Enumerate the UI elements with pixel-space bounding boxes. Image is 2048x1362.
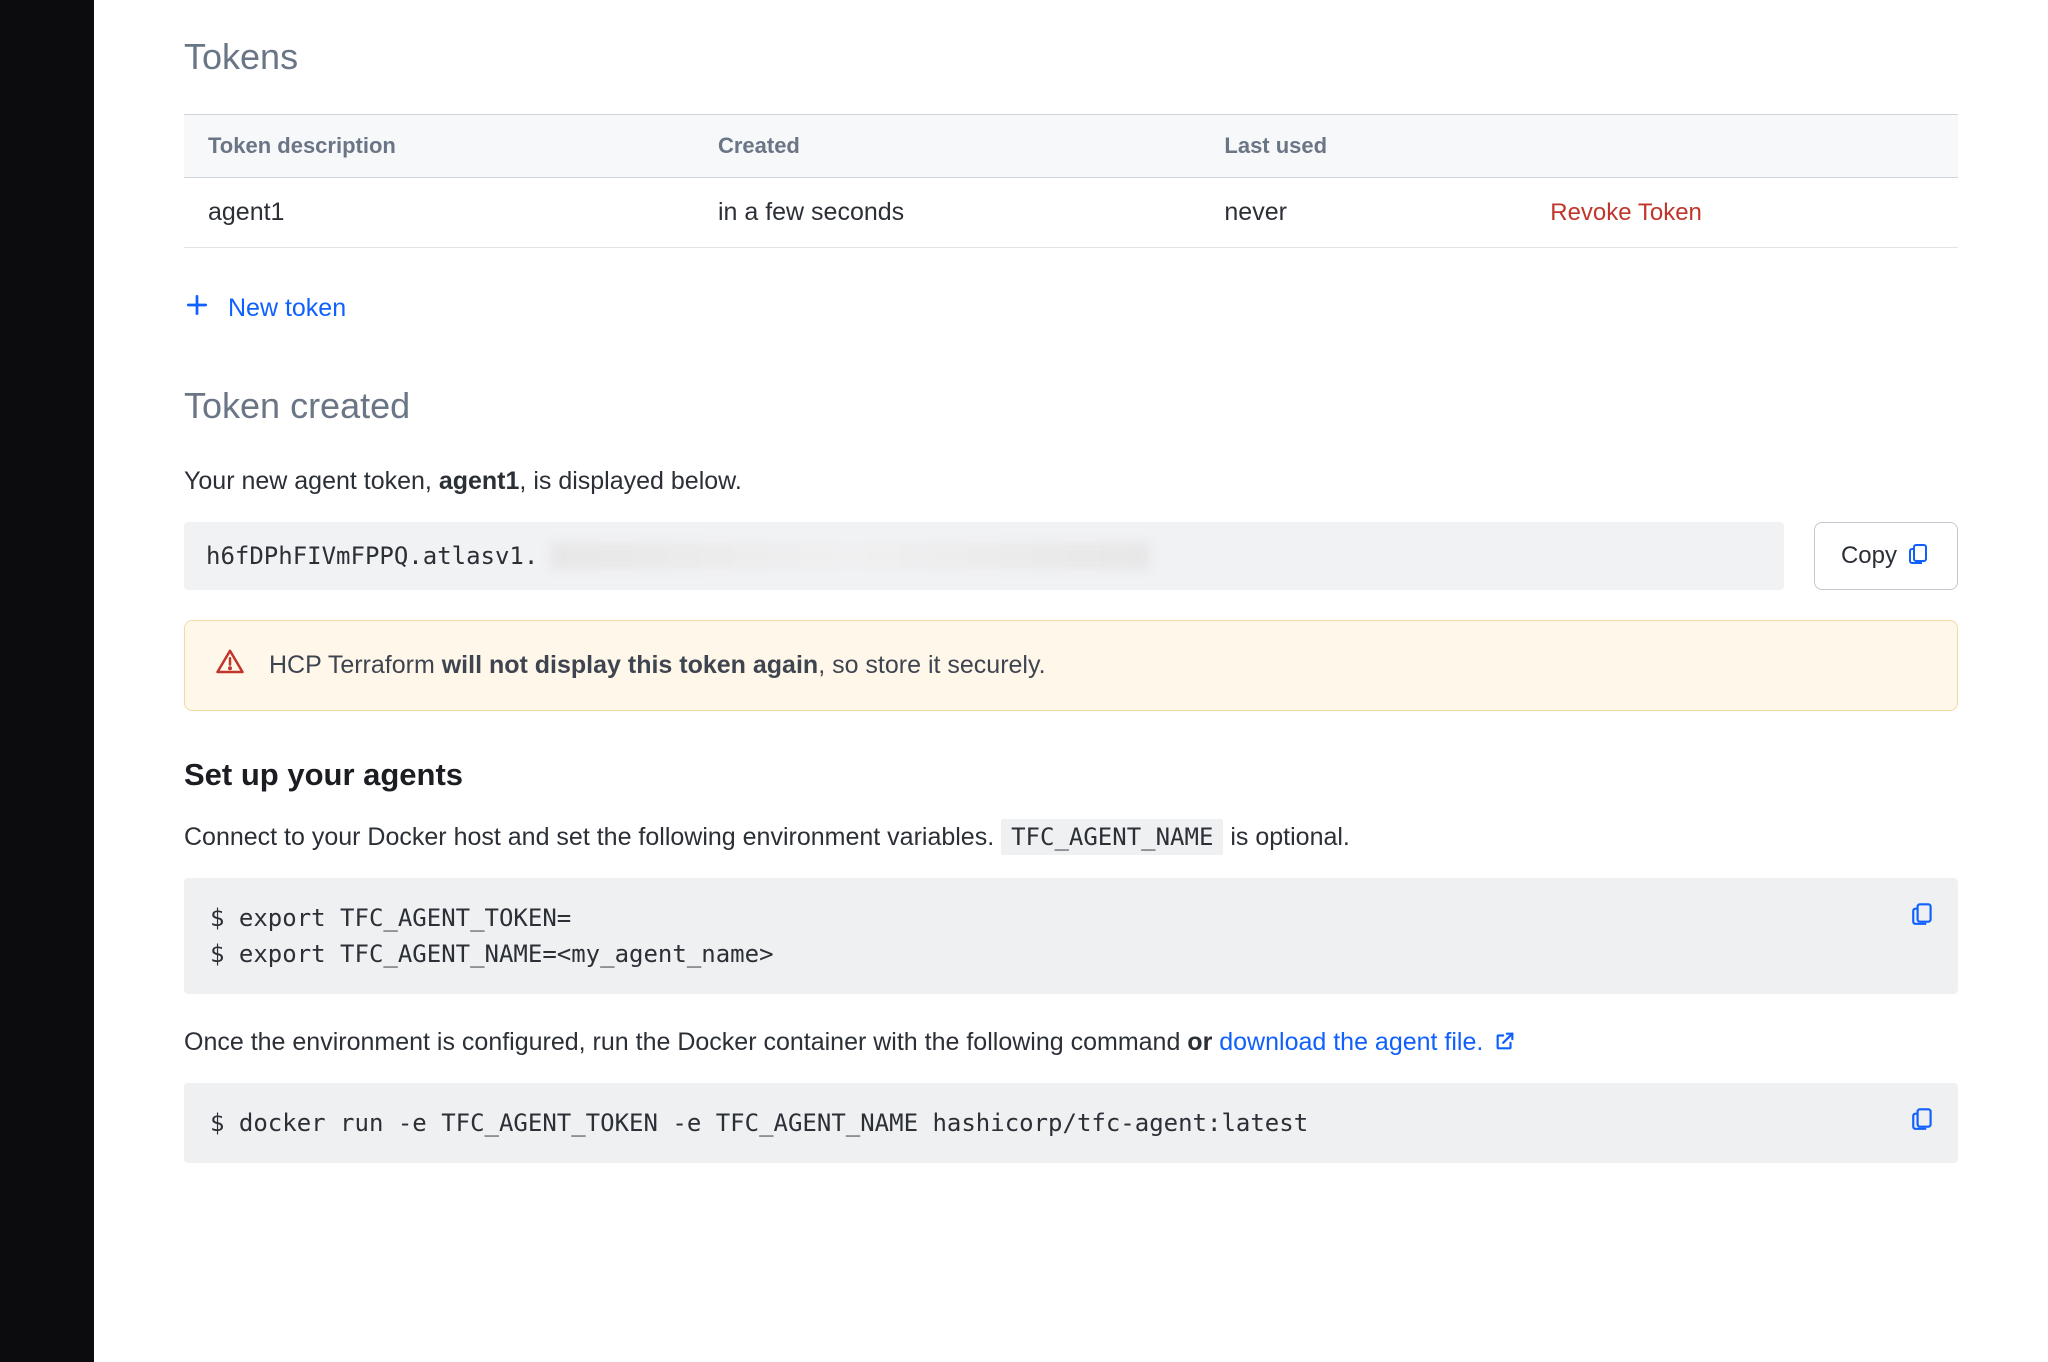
token-display-row: h6fDPhFIVmFPPQ.atlasv1. Copy bbox=[184, 522, 1958, 590]
plus-icon bbox=[184, 292, 210, 325]
new-token-button[interactable]: New token bbox=[184, 292, 346, 325]
token-value-box: h6fDPhFIVmFPPQ.atlasv1. bbox=[184, 522, 1784, 590]
env-export-codeblock: $ export TFC_AGENT_TOKEN= $ export TFC_A… bbox=[184, 878, 1958, 994]
token-created-heading: Token created bbox=[184, 385, 1958, 427]
copy-codeblock-button[interactable] bbox=[1910, 1105, 1936, 1141]
copy-label: Copy bbox=[1841, 542, 1897, 570]
tokens-heading: Tokens bbox=[184, 36, 1958, 78]
copy-codeblock-button[interactable] bbox=[1910, 900, 1936, 936]
code-text: $ export TFC_AGENT_TOKEN= $ export TFC_A… bbox=[210, 904, 774, 968]
left-nav-rail bbox=[0, 0, 94, 1362]
cell-created: in a few seconds bbox=[694, 178, 1200, 248]
copy-token-button[interactable]: Copy bbox=[1814, 522, 1958, 590]
download-agent-link[interactable]: download the agent file. bbox=[1219, 1028, 1516, 1056]
tokens-table: Token description Created Last used agen… bbox=[184, 114, 1958, 248]
token-warning-banner: HCP Terraform will not display this toke… bbox=[184, 620, 1958, 711]
setup-agents-heading: Set up your agents bbox=[184, 757, 1958, 793]
cell-last-used: never bbox=[1200, 178, 1526, 248]
code-text: $ docker run -e TFC_AGENT_TOKEN -e TFC_A… bbox=[210, 1109, 1308, 1137]
external-link-icon bbox=[1490, 1028, 1516, 1056]
col-actions bbox=[1526, 115, 1958, 178]
main-content: Tokens Token description Created Last us… bbox=[94, 0, 2048, 1362]
col-token-description: Token description bbox=[184, 115, 694, 178]
setup-para-1: Connect to your Docker host and set the … bbox=[184, 823, 1958, 852]
new-token-label: New token bbox=[228, 294, 346, 323]
table-row: agent1 in a few seconds never Revoke Tok… bbox=[184, 178, 1958, 248]
cell-revoke: Revoke Token bbox=[1526, 178, 1958, 248]
token-redacted bbox=[550, 542, 1150, 570]
env-var-name: TFC_AGENT_NAME bbox=[1001, 819, 1223, 855]
cell-token-description: agent1 bbox=[184, 178, 694, 248]
warning-icon bbox=[215, 647, 245, 684]
revoke-token-link[interactable]: Revoke Token bbox=[1550, 199, 1702, 226]
col-created: Created bbox=[694, 115, 1200, 178]
clipboard-icon bbox=[1907, 541, 1931, 572]
col-last-used: Last used bbox=[1200, 115, 1526, 178]
token-created-intro: Your new agent token, agent1, is display… bbox=[184, 467, 1958, 496]
token-prefix: h6fDPhFIVmFPPQ.atlasv1. bbox=[206, 542, 538, 570]
setup-para-2: Once the environment is configured, run … bbox=[184, 1028, 1958, 1057]
warning-text: HCP Terraform will not display this toke… bbox=[269, 651, 1046, 680]
docker-run-codeblock: $ docker run -e TFC_AGENT_TOKEN -e TFC_A… bbox=[184, 1083, 1958, 1163]
